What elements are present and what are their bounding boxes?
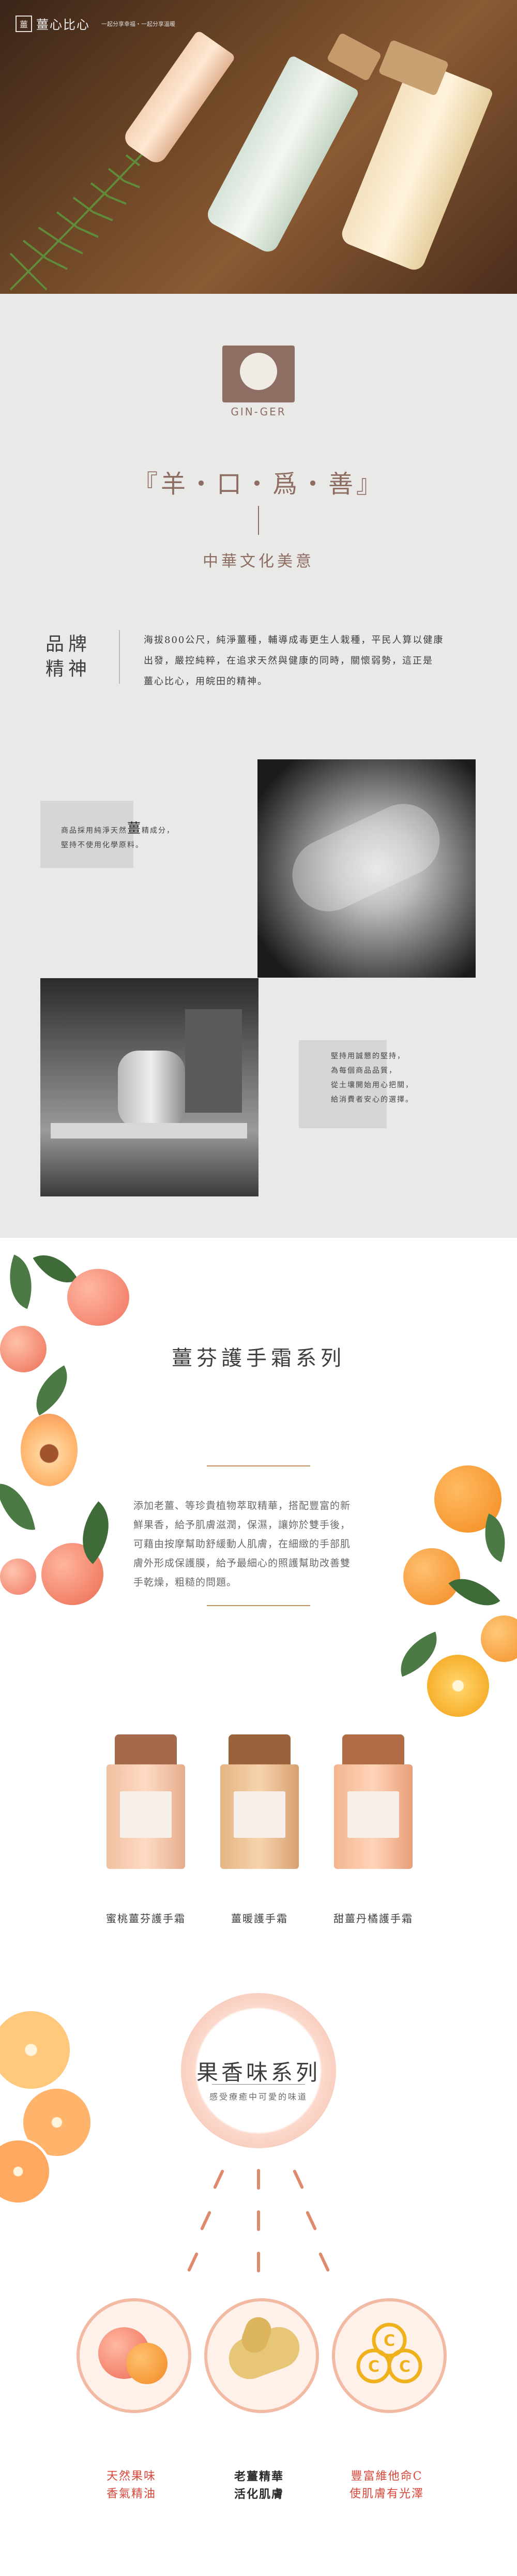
- connector-dash: [257, 2252, 260, 2272]
- svg-text:C: C: [368, 2358, 379, 2376]
- spirit-heading: 品牌 精神: [45, 632, 108, 682]
- brand-motto: 『羊・口・爲・善』: [132, 470, 384, 499]
- feature-vitamin-circle: CCC: [332, 2298, 447, 2413]
- feature-fruit-circle: [77, 2298, 191, 2413]
- logo-tagline: 一起分享幸福・一起分享溫暖: [101, 20, 175, 27]
- hero-banner: 薑 薑心比心 一起分享幸福・一起分享溫暖: [0, 0, 517, 294]
- brand-section: GIN-GER 『羊・口・爲・善』 中華文化美意 品牌 精神 海拔800公尺，純…: [0, 294, 517, 1238]
- vitamin-c-icon: CC C: [356, 2323, 422, 2384]
- quality-line: 從土壤開始用心把關，: [331, 1081, 414, 1089]
- svg-text:C: C: [399, 2358, 410, 2376]
- ingredient-highlight: 薑: [127, 821, 142, 836]
- spirit-heading-line2: 精神: [45, 658, 92, 680]
- brand-logo: [222, 346, 295, 402]
- quality-line: 堅持用誠懇的堅持，: [331, 1052, 405, 1060]
- desc-line: 手乾燥，粗糙的問題。: [133, 1577, 237, 1588]
- feature-text-ginger: 老薑精華 活化肌膚: [234, 2470, 284, 2501]
- product-peach[interactable]: [95, 1734, 196, 1869]
- brand-logo-mark: [240, 353, 277, 390]
- product-name-orange: 甜薑丹橘護手霜: [333, 1912, 413, 1925]
- hero-tube-middle-cap: [326, 32, 382, 82]
- connector-dash: [200, 2210, 212, 2231]
- feature-text-vitamin: 豐富維他命C 使肌膚有光澤: [349, 2470, 424, 2500]
- series-section: 薑芬護手霜系列 添加老薑、等珍貴植物萃取精華，搭配豐富的新 鮮果香，給予肌膚滋潤…: [0, 1238, 517, 2576]
- logo-text: 薑心比心: [36, 18, 90, 32]
- quality-text: 堅持用誠懇的堅持， 為每個商品品質， 從土壤開始用心把關， 給消費者安心的選擇。: [331, 1049, 486, 1107]
- series-bottom-rule: [207, 1605, 310, 1606]
- motto-divider: [258, 506, 259, 535]
- quality-line: 為每個商品品質，: [331, 1067, 397, 1075]
- connector-dash: [292, 2169, 305, 2190]
- spirit-body-line: 海拔800公尺，純淨薑種，輔導成毒更生人栽種，平民人算以健康: [144, 635, 444, 646]
- quality-line: 給消費者安心的選擇。: [331, 1096, 414, 1104]
- desc-line: 鮮果香，給予肌膚滋潤，保濕，讓妳於雙手後，: [133, 1519, 351, 1531]
- fruity-rule: [212, 2084, 305, 2085]
- spirit-heading-line1: 品牌: [45, 634, 92, 655]
- spirit-body-line: 出發，嚴控純粹，在追求天然與健康的同時，關懷弱勢，這正是: [144, 655, 433, 666]
- logo-icon: 薑: [16, 15, 32, 32]
- spirit-divider: [119, 630, 120, 684]
- connector-dash: [305, 2210, 317, 2231]
- factory-photo: [40, 978, 258, 1196]
- series-title: 薑芬護手霜系列: [172, 1346, 345, 1370]
- brand-subtitle: 中華文化美意: [203, 552, 314, 571]
- spirit-body-line: 薑心比心，用皖田的精神。: [144, 676, 268, 687]
- peach-illustration: [0, 1238, 134, 1631]
- desc-line: 添加老薑、等珍貴植物萃取精華，搭配豐富的新: [133, 1500, 351, 1511]
- svg-text:C: C: [384, 2332, 395, 2350]
- connector-dash: [187, 2252, 199, 2272]
- hero-tube-right: [339, 57, 494, 274]
- product-label: [234, 1791, 285, 1838]
- fruity-title: 果香味系列: [196, 2060, 321, 2085]
- connector-dash: [257, 2210, 260, 2231]
- product-ginger[interactable]: [209, 1734, 310, 1869]
- fruity-subtitle: 感受療癒中可愛的味道: [209, 2092, 308, 2102]
- spirit-body: 海拔800公尺，純淨薑種，輔導成毒更生人栽種，平民人算以健康 出發，嚴控純粹，在…: [144, 630, 475, 692]
- ginger-photo: [257, 759, 476, 978]
- product-label: [347, 1791, 399, 1838]
- desc-line: 膚外形成保護膜，給予最細心的照護幫助改善雙: [133, 1557, 351, 1569]
- connector-dash: [212, 2169, 225, 2190]
- desc-line: 可藉由按摩幫助舒緩動人肌膚，在細緻的手部肌: [133, 1538, 351, 1550]
- brand-logo-text: GIN-GER: [231, 406, 286, 418]
- ingredient-line2: 堅持不使用化學原料。: [61, 841, 144, 849]
- product-orange[interactable]: [323, 1734, 424, 1869]
- feature-ginger-circle: [204, 2298, 319, 2413]
- ingredient-line1-end: 精成分，: [142, 827, 175, 835]
- series-top-rule: [207, 1465, 310, 1466]
- ingredient-text: 商品採用純淨天然薑精成分， 堅持不使用化學原料。: [61, 821, 268, 852]
- connector-dash: [318, 2252, 330, 2272]
- feature-text-fruit: 天然果味 香氣精油: [106, 2470, 156, 2500]
- connector-dash: [257, 2169, 260, 2190]
- product-label: [120, 1791, 172, 1838]
- hero-tube-middle: [204, 54, 360, 256]
- series-description: 添加老薑、等珍貴植物萃取精華，搭配豐富的新 鮮果香，給予肌膚滋潤，保濕，讓妳於雙…: [133, 1496, 376, 1592]
- ingredient-line1: 商品採用純淨天然: [61, 827, 127, 835]
- site-logo[interactable]: 薑 薑心比心 一起分享幸福・一起分享溫暖: [16, 14, 175, 33]
